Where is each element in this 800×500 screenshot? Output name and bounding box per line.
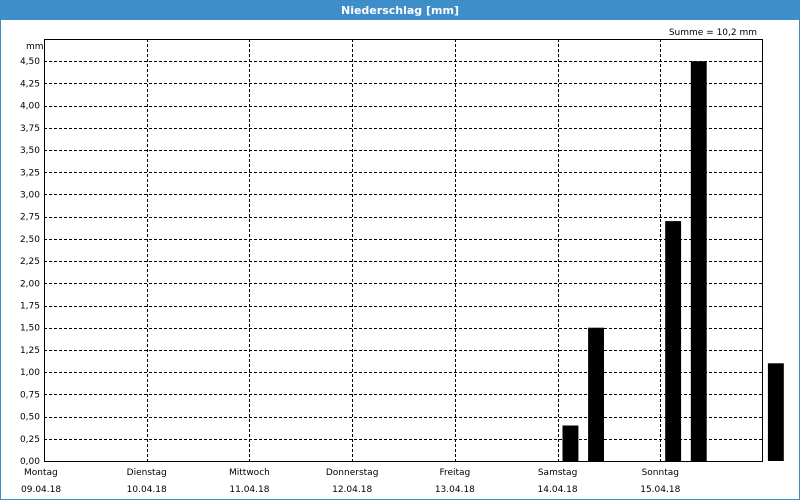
y-tick-label: 1,50 [20, 324, 40, 334]
bar [562, 425, 579, 461]
chart-window: Niederschlag [mm] 0,00 0,25 0,50 0,75 1,00 1,… [0, 0, 800, 500]
x-tick-date-label: 14.04.18 [538, 485, 578, 495]
x-tick-date-label: 15.04.18 [640, 485, 680, 495]
bar [588, 327, 604, 461]
x-tick-day-label: Mittwoch [229, 468, 270, 478]
y-tick-label: 1,25 [20, 346, 40, 356]
x-tick-day-label: Sonntag [642, 468, 679, 478]
y-tick-label: 1,00 [20, 368, 40, 378]
x-tick-date-label: 13.04.18 [435, 485, 475, 495]
bar [690, 61, 707, 461]
plot-border [44, 39, 763, 462]
x-tick-day-label: Montag [24, 468, 58, 478]
y-tick-label: 3,75 [20, 124, 40, 134]
x-tick-day-label: Dienstag [127, 468, 167, 478]
plot-frame [44, 39, 763, 462]
y-axis-unit-label: mm [26, 42, 44, 52]
y-tick-label: 4,25 [20, 79, 40, 89]
y-tick-label: 3,50 [20, 146, 40, 156]
grid-lines [44, 39, 763, 461]
x-tick-day-label: Donnerstag [326, 468, 379, 478]
sum-annotation: Summe = 10,2 mm [669, 28, 757, 38]
window-title: Niederschlag [mm] [1, 1, 799, 20]
x-tick-date-label: 09.04.18 [21, 485, 61, 495]
y-tick-label: 2,25 [20, 257, 40, 267]
x-tick-date-label: 12.04.18 [332, 485, 372, 495]
y-tick-label: 4,50 [20, 57, 40, 67]
y-tick-label: 0,75 [20, 390, 40, 400]
x-axis-tick-labels: Montag 09.04.18 Dienstag 10.04.18 Mittwoch 11… [21, 468, 681, 495]
y-tick-label: 2,50 [20, 235, 40, 245]
x-tick-date-label: 10.04.18 [127, 485, 167, 495]
x-tick-day-label: Freitag [439, 468, 470, 478]
bar [767, 363, 784, 461]
y-axis-tick-labels: 0,00 0,25 0,50 0,75 1,00 1,25 1,50 1,75 2,00 2,25… [20, 57, 40, 467]
y-tick-label: 3,00 [20, 191, 40, 201]
y-tick-label: 3,25 [20, 168, 40, 178]
y-tick-label: 4,00 [20, 102, 40, 112]
y-tick-label: 0,50 [20, 413, 40, 423]
x-tick-date-label: 11.04.18 [229, 485, 269, 495]
y-tick-label: 0,25 [20, 435, 40, 445]
bar [665, 221, 682, 461]
y-tick-label: 0,00 [20, 457, 40, 467]
precipitation-chart: 0,00 0,25 0,50 0,75 1,00 1,25 1,50 1,75 2,00 2,25… [20, 28, 784, 495]
y-tick-label: 2,00 [20, 279, 40, 289]
y-tick-label: 2,75 [20, 213, 40, 223]
y-tick-label: 1,75 [20, 302, 40, 312]
x-tick-day-label: Samstag [538, 468, 577, 478]
